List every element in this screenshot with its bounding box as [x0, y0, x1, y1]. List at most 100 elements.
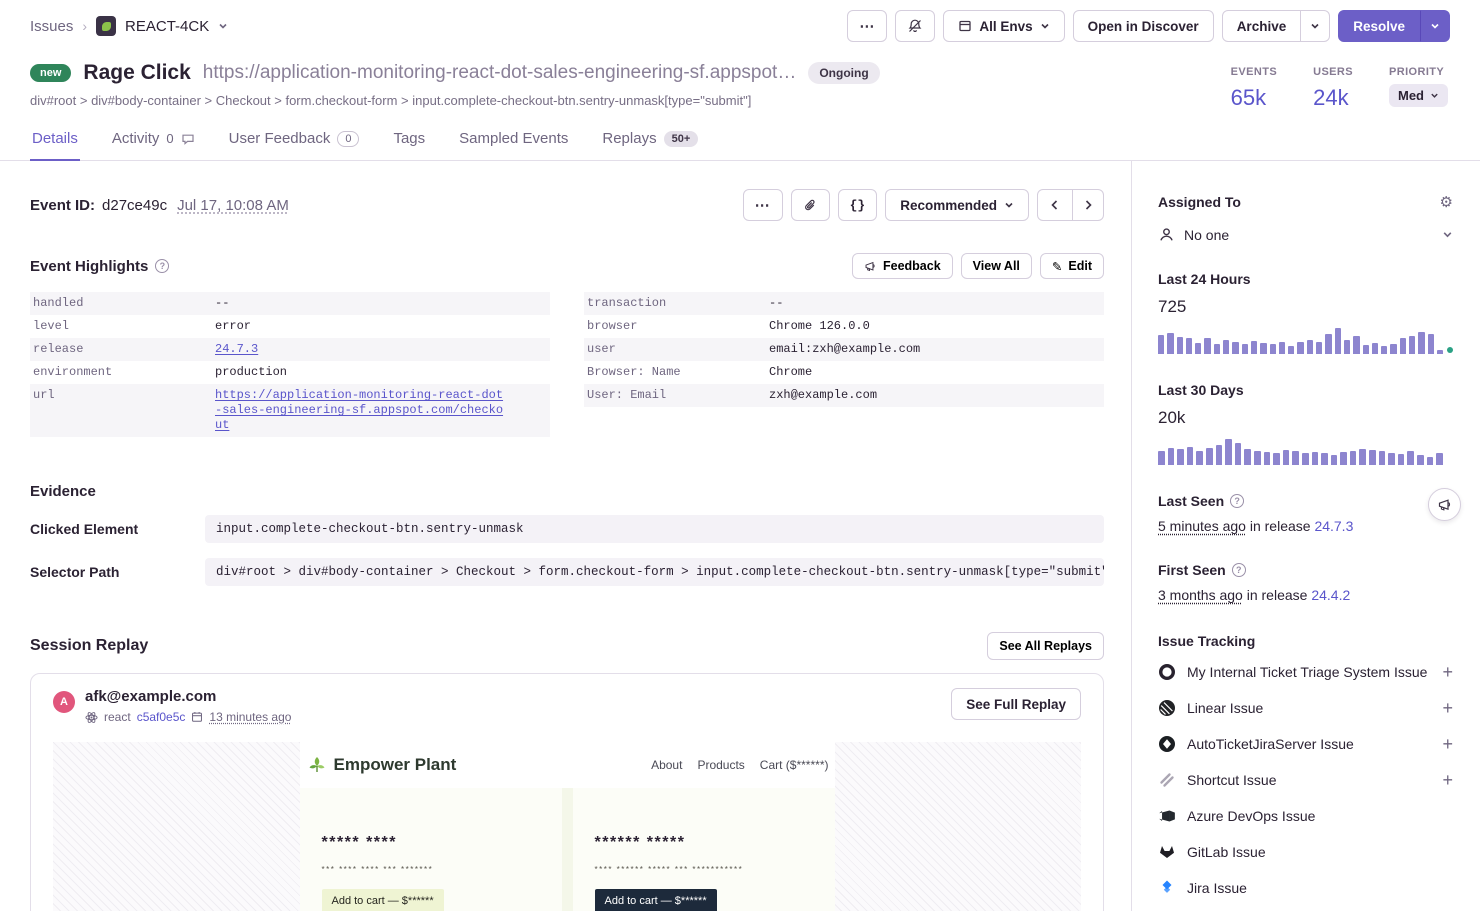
issue-tracking-label: My Internal Ticket Triage System Issue: [1187, 664, 1427, 680]
tab-user-feedback[interactable]: User Feedback 0: [227, 120, 362, 161]
last-seen-release-link[interactable]: 24.7.3: [1314, 518, 1353, 534]
tab-replays[interactable]: Replays 50+: [600, 120, 700, 161]
open-in-discover-button[interactable]: Open in Discover: [1073, 10, 1214, 42]
spark-bar: [1204, 338, 1210, 354]
help-icon[interactable]: ?: [155, 259, 169, 273]
issue-tracking-item[interactable]: Jira Issue: [1158, 870, 1453, 906]
feedback-button[interactable]: Feedback: [852, 253, 953, 279]
first-seen-release-link[interactable]: 24.4.2: [1311, 587, 1350, 603]
highlights-table-left: handled--levelerrorrelease24.7.3environm…: [30, 292, 550, 437]
first-seen-ago[interactable]: 3 months ago: [1158, 587, 1243, 603]
help-icon[interactable]: ?: [1230, 494, 1244, 508]
event-more-button[interactable]: ⋯: [743, 189, 783, 221]
highlight-row: handled--: [30, 292, 550, 315]
highlight-key: user: [587, 342, 769, 357]
spark-bar: [1390, 344, 1396, 354]
breadcrumb-issues-link[interactable]: Issues: [30, 18, 73, 35]
issue-tracking-item[interactable]: Azure DevOps Issue: [1158, 798, 1453, 834]
environment-select[interactable]: All Envs: [943, 10, 1064, 42]
replay-user-email[interactable]: afk@example.com: [85, 688, 291, 705]
product-description: *** **** **** *** *******: [322, 865, 540, 874]
resolve-button[interactable]: Resolve: [1338, 10, 1420, 42]
see-full-replay-button[interactable]: See Full Replay: [951, 688, 1081, 720]
issue-tracking-item[interactable]: My Internal Ticket Triage System Issue +: [1158, 654, 1453, 690]
braces-icon: {}: [850, 198, 866, 213]
spark-bar: [1359, 449, 1366, 465]
users-count[interactable]: 24k: [1313, 85, 1353, 111]
spark-bar: [1195, 343, 1201, 354]
resolve-dropdown-button[interactable]: [1420, 10, 1450, 42]
content: Event ID: d27ce49c Jul 17, 10:08 AM ⋯ {}…: [0, 161, 1480, 911]
more-actions-button[interactable]: ⋯: [847, 10, 887, 42]
priority-label: PRIORITY: [1389, 66, 1448, 78]
help-icon[interactable]: ?: [1232, 563, 1246, 577]
view-all-button[interactable]: View All: [961, 253, 1032, 279]
archive-button[interactable]: Archive: [1222, 10, 1302, 42]
site-brand: Empower Plant: [307, 755, 457, 775]
gear-icon[interactable]: ⚙: [1440, 193, 1453, 211]
assigned-to-title: Assigned To: [1158, 194, 1241, 210]
json-button[interactable]: {}: [838, 189, 878, 221]
add-issue-button[interactable]: +: [1442, 770, 1453, 791]
add-issue-button[interactable]: +: [1442, 698, 1453, 719]
spark-bar: [1168, 448, 1175, 465]
activity-count: 0: [166, 131, 173, 146]
next-event-button[interactable]: [1073, 189, 1104, 221]
replay-viewport[interactable]: Empower Plant About Products Cart ($****…: [53, 742, 1081, 911]
breadcrumb-separator-icon: ›: [82, 18, 87, 34]
last-seen-ago[interactable]: 5 minutes ago: [1158, 518, 1246, 534]
add-issue-button[interactable]: +: [1442, 734, 1453, 755]
priority-select[interactable]: Med: [1389, 84, 1448, 107]
plant-logo-icon: [307, 755, 327, 775]
event-timestamp[interactable]: Jul 17, 10:08 AM: [177, 197, 289, 214]
pencil-icon: ✎: [1052, 259, 1062, 274]
issue-short-id[interactable]: REACT-4CK: [125, 18, 209, 35]
comment-bubble-icon: [181, 132, 195, 146]
spark-bar: [1409, 336, 1415, 354]
avatar: A: [53, 691, 75, 713]
chevron-down-icon: [1004, 200, 1014, 210]
highlight-row: transaction--: [584, 292, 1104, 315]
see-all-replays-button[interactable]: See All Replays: [987, 632, 1104, 660]
tab-activity[interactable]: Activity 0: [110, 120, 197, 161]
recommended-label: Recommended: [900, 198, 997, 213]
chevron-down-icon: [1310, 21, 1320, 31]
issue-tracking-item[interactable]: GitLab Issue: [1158, 834, 1453, 870]
spark-bar: [1369, 450, 1376, 465]
environment-select-label: All Envs: [979, 19, 1032, 34]
issue-tracking-item[interactable]: Linear Issue+: [1158, 690, 1453, 726]
bell-slash-icon: [907, 18, 923, 34]
previous-event-button[interactable]: [1037, 189, 1073, 221]
issue-culprit: div#root > div#body-container > Checkout…: [30, 93, 880, 108]
spark-bar: [1297, 342, 1303, 354]
attachments-button[interactable]: [791, 189, 830, 221]
issue-tracking-label: Jira Issue: [1187, 880, 1247, 896]
tab-details[interactable]: Details: [30, 120, 80, 161]
spark-bar: [1398, 454, 1405, 465]
assignee-select[interactable]: No one: [1158, 226, 1453, 243]
spark-bar: [1214, 344, 1220, 354]
issue-id-chevron-down-icon[interactable]: [218, 21, 228, 31]
add-issue-button[interactable]: +: [1442, 662, 1453, 683]
highlight-row: urlhttps://application-monitoring-react-…: [30, 384, 550, 437]
highlight-value-link[interactable]: 24.7.3: [215, 342, 540, 357]
highlight-value-link[interactable]: https://application-monitoring-react-dot…: [215, 388, 540, 433]
tab-tags[interactable]: Tags: [391, 120, 427, 161]
spark-bar: [1312, 452, 1319, 465]
highlight-key: browser: [587, 319, 769, 334]
issue-tracking-item[interactable]: Shortcut Issue+: [1158, 762, 1453, 798]
edit-highlights-button[interactable]: ✎ Edit: [1040, 253, 1104, 279]
spark-bar: [1302, 453, 1309, 465]
events-count[interactable]: 65k: [1231, 85, 1277, 111]
issue-tracking-item[interactable]: AutoTicketJiraServer Issue+: [1158, 726, 1453, 762]
replay-time-ago[interactable]: 13 minutes ago: [209, 710, 291, 724]
issue-tracking-label: Azure DevOps Issue: [1187, 808, 1315, 824]
archive-dropdown-button[interactable]: [1301, 10, 1330, 42]
tab-sampled-events[interactable]: Sampled Events: [457, 120, 570, 161]
highlight-key: environment: [33, 365, 215, 380]
recommended-select[interactable]: Recommended: [885, 189, 1029, 221]
notifications-mute-button[interactable]: [895, 10, 935, 42]
paperclip-icon: [803, 198, 818, 213]
replay-id-link[interactable]: c5af0e5c: [137, 710, 186, 724]
floating-feedback-button[interactable]: [1428, 488, 1461, 521]
